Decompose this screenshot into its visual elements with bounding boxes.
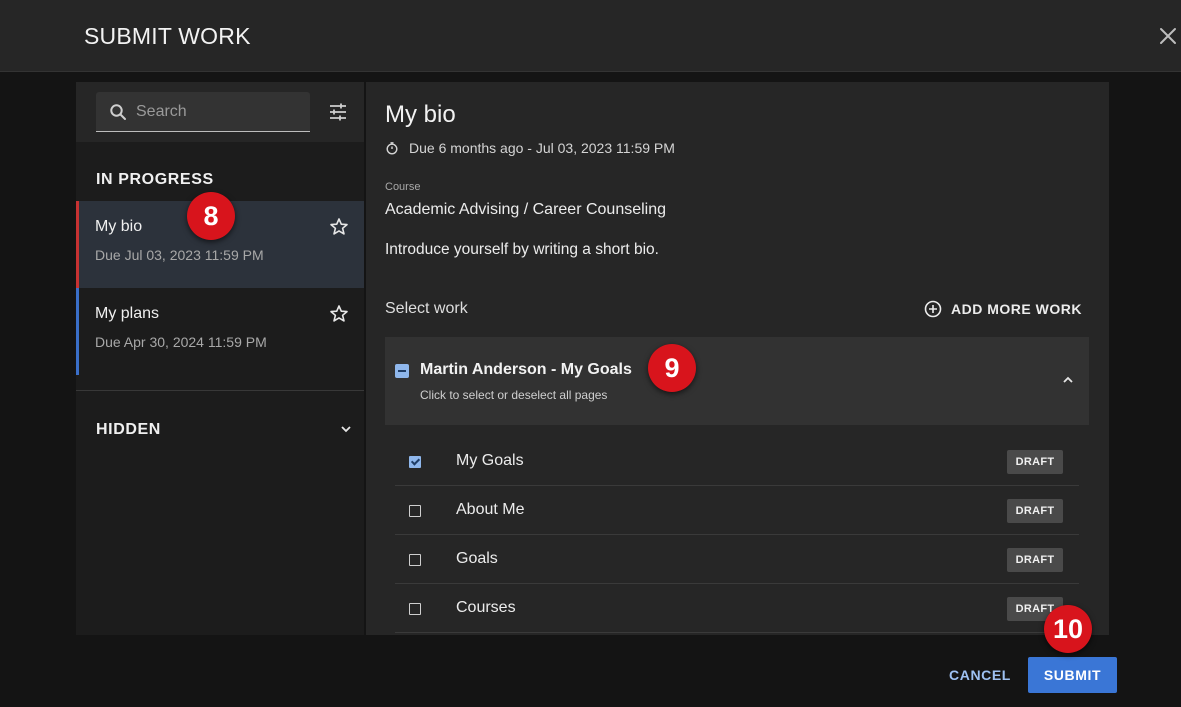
search-icon [110,104,126,120]
close-button[interactable] [1156,24,1180,48]
search-bar [76,82,364,142]
add-more-work-label: ADD MORE WORK [951,301,1082,317]
close-icon [1160,28,1176,44]
assignment-sidebar: IN PROGRESS My bio Due Jul 03, 2023 11:5… [76,82,364,635]
work-group-name: Martin Anderson - My Goals [420,361,632,378]
assignment-due: Due Apr 30, 2024 11:59 PM [95,334,267,350]
assignment-name: My plans [95,305,160,322]
page-row[interactable]: About Me DRAFT [395,486,1079,535]
page-row[interactable]: My Goals DRAFT [395,437,1079,486]
step-marker-9: 9 [648,344,696,392]
page-checkbox[interactable] [409,456,421,468]
hidden-heading: HIDDEN [96,421,161,438]
select-work-label: Select work [385,300,468,317]
page-name: My Goals [456,452,524,469]
course-label: Course [385,181,421,193]
hidden-section-toggle[interactable]: HIDDEN [76,412,364,448]
page-name: About Me [456,501,525,518]
detail-title: My bio [385,101,456,128]
chevron-down-icon [341,426,351,433]
page-name: Goals [456,550,498,567]
page-list: My Goals DRAFT About Me DRAFT Goals DRAF… [395,437,1079,633]
step-marker-10: 10 [1044,605,1092,653]
cancel-button[interactable]: CANCEL [940,660,1020,690]
course-name: Academic Advising / Career Counseling [385,201,667,218]
status-badge: DRAFT [1007,548,1063,572]
page-name: Courses [456,599,516,616]
page-row[interactable]: Courses DRAFT [395,584,1079,633]
sidebar-divider [76,390,364,391]
star-icon[interactable] [329,217,349,237]
in-progress-heading: IN PROGRESS [96,171,214,188]
assignment-item-my-plans[interactable]: My plans Due Apr 30, 2024 11:59 PM [76,288,364,375]
work-group-hint: Click to select or deselect all pages [420,388,608,402]
assignment-detail: My bio Due 6 months ago - Jul 03, 2023 1… [366,82,1109,635]
page-checkbox[interactable] [409,554,421,566]
status-badge: DRAFT [1007,450,1063,474]
add-circle-icon [924,300,942,318]
assignment-description: Introduce yourself by writing a short bi… [385,241,659,258]
step-marker-8: 8 [187,192,235,240]
search-field[interactable] [96,92,310,132]
timer-icon [386,142,398,155]
chevron-up-icon[interactable] [1061,373,1075,387]
star-icon[interactable] [329,304,349,324]
assignment-due: Due Jul 03, 2023 11:59 PM [95,247,264,263]
page-row[interactable]: Goals DRAFT [395,535,1079,584]
work-group-header[interactable]: Martin Anderson - My Goals Click to sele… [385,337,1089,425]
add-more-work-button[interactable]: ADD MORE WORK [924,298,1082,320]
group-select-checkbox[interactable] [395,364,409,378]
dialog-header: SUBMIT WORK [0,0,1181,72]
status-badge: DRAFT [1007,499,1063,523]
detail-due-text: Due 6 months ago - Jul 03, 2023 11:59 PM [409,140,675,156]
page-checkbox[interactable] [409,603,421,615]
assignment-name: My bio [95,218,143,235]
page-checkbox[interactable] [409,505,421,517]
search-input[interactable] [136,92,306,132]
dialog-title: SUBMIT WORK [84,23,251,49]
submit-button[interactable]: SUBMIT [1028,657,1117,693]
detail-due: Due 6 months ago - Jul 03, 2023 11:59 PM [385,140,675,156]
filter-icon[interactable] [328,102,348,122]
